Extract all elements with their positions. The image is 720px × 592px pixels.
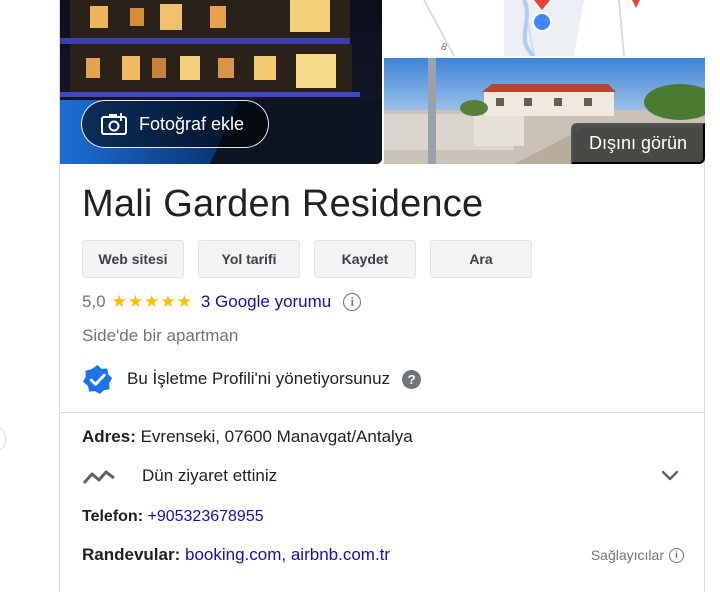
providers-label: Sağlayıcılar — [590, 547, 664, 563]
section-divider — [60, 412, 705, 413]
business-category: Side'de bir apartman — [82, 326, 239, 345]
trending-icon — [82, 470, 115, 484]
address-row: Adres: Evrenseki, 07600 Manavgat/Antalya — [82, 427, 413, 447]
owner-verification-row: Bu İşletme Profili'ni yönetiyorsunuz ? — [82, 364, 422, 394]
providers-button[interactable]: Sağlayıcılar i — [591, 547, 684, 563]
verified-badge-icon — [82, 364, 113, 394]
booking-link[interactable]: booking.com — [185, 545, 281, 564]
call-button[interactable]: Ara — [430, 240, 532, 278]
visited-text: Dün ziyaret ettiniz — [142, 466, 278, 485]
owner-note: Bu İşletme Profili'ni yönetiyorsunuz — [127, 369, 391, 388]
rating-stars: ★★★★★ — [111, 292, 193, 311]
chevron-down-icon[interactable] — [660, 469, 680, 483]
address-colon: : — [130, 427, 136, 446]
providers-info-icon: i — [669, 547, 684, 563]
add-photo-button[interactable]: Fotoğraf ekle — [81, 100, 269, 148]
see-outside-button[interactable]: Dışını görün — [571, 123, 705, 164]
side-panel-collapse-handle[interactable] — [0, 418, 6, 458]
appointments-colon: : — [174, 545, 181, 564]
airbnb-link[interactable]: airbnb.com.tr — [291, 545, 390, 564]
appointments-row: Randevular: booking.com, airbnb.com.tr S… — [82, 545, 684, 565]
save-button[interactable]: Kaydet — [314, 240, 416, 278]
phone-row: Telefon: +905323678955 — [82, 508, 264, 526]
phone-colon: : — [137, 508, 144, 525]
rating-row: 5,0 ★★★★★ 3 Google yorumu i — [82, 290, 362, 314]
map-thumbnail[interactable]: 8 — [384, 0, 705, 56]
add-photo-label: Fotoğraf ekle — [139, 113, 245, 134]
add-photo-camera-icon — [101, 113, 127, 135]
help-icon[interactable]: ? — [402, 369, 422, 389]
directions-button[interactable]: Yol tarifi — [198, 240, 300, 278]
visit-history-row[interactable]: Dün ziyaret ettiniz — [82, 461, 680, 491]
website-button[interactable]: Web sitesi — [82, 240, 184, 278]
link-separator: , — [281, 545, 291, 564]
phone-value[interactable]: +905323678955 — [147, 508, 263, 525]
address-label: Adres — [82, 427, 131, 446]
info-icon[interactable]: i — [343, 293, 362, 311]
business-name: Mali Garden Residence — [82, 183, 484, 225]
reviews-link[interactable]: 3 Google yorumu — [201, 292, 331, 312]
phone-label: Telefon — [82, 508, 138, 525]
rating-value: 5,0 — [82, 292, 106, 311]
appointments-label: Randevular — [82, 545, 175, 564]
address-value[interactable]: Evrenseki, 07600 Manavgat/Antalya — [141, 427, 413, 446]
